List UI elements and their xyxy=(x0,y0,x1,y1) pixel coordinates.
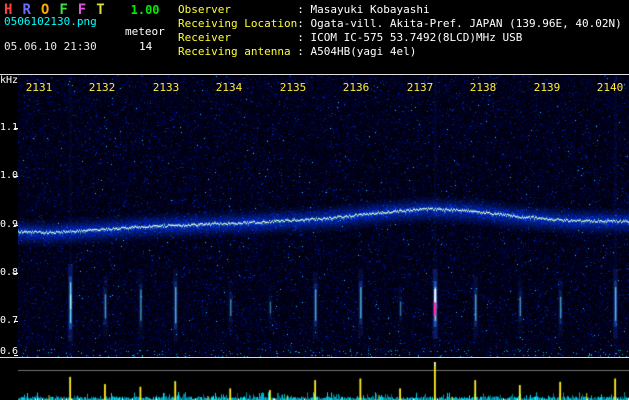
field-label-observer: Observer xyxy=(178,3,231,16)
freq-unit-label: kHz xyxy=(0,75,19,86)
time-label-2134: 2134 xyxy=(215,81,243,94)
time-label-2138: 2138 xyxy=(469,81,497,94)
freq-tick xyxy=(14,225,18,226)
freq-label-0.8: 0.8 xyxy=(0,267,19,278)
freq-tick xyxy=(14,355,18,356)
freq-tick xyxy=(14,176,18,177)
info-row-observer: Observer: Masayuki Kobayashi xyxy=(178,3,622,17)
freq-tick xyxy=(14,273,18,274)
time-label-2132: 2132 xyxy=(88,81,116,94)
time-label-2135: 2135 xyxy=(279,81,307,94)
app-letter-t: T xyxy=(96,2,105,18)
field-label-location: Receiving Location xyxy=(178,17,298,30)
strip-top-line xyxy=(0,357,629,358)
freq-label-0.6: 0.6 xyxy=(0,346,19,357)
time-label-2140: 2140 xyxy=(596,81,624,94)
spectrogram-canvas xyxy=(18,75,629,357)
field-label-receiver: Receiver xyxy=(178,31,231,44)
separator: : xyxy=(297,31,311,44)
info-row-receiver: Receiver: ICOM IC-575 53.7492(8LCD)MHz U… xyxy=(178,31,622,45)
info-row-location: Receiving Location: Ogata-vill. Akita-Pr… xyxy=(178,17,622,31)
output-filename: 0506102130.png xyxy=(4,15,97,28)
freq-label-0.7: 0.7 xyxy=(0,315,19,326)
freq-label-1.0: 1.0 xyxy=(0,170,19,181)
field-label-antenna: Receiving antenna xyxy=(178,45,291,58)
time-label-2137: 2137 xyxy=(406,81,434,94)
hrofft-window: H R O F F T 1.00 0506102130.png meteor 05.06.1… xyxy=(0,0,629,400)
field-value-observer: Masayuki Kobayashi xyxy=(310,3,430,16)
separator: : xyxy=(297,45,311,58)
freq-label-1.1: 1.1 xyxy=(0,122,19,133)
time-label-2136: 2136 xyxy=(342,81,370,94)
time-label-2131: 2131 xyxy=(25,81,53,94)
header-separator-line xyxy=(0,74,629,75)
time-label-2139: 2139 xyxy=(533,81,561,94)
station-info: Observer: Masayuki Kobayashi Receiving L… xyxy=(178,3,622,59)
info-row-antenna: Receiving antenna: A504HB(yagi 4el) xyxy=(178,45,622,59)
field-value-antenna: A504HB(yagi 4el) xyxy=(310,45,417,58)
field-value-location: Ogata-vill. Akita-Pref. JAPAN (139.96E, … xyxy=(310,17,622,30)
freq-tick xyxy=(14,128,18,129)
time-label-2133: 2133 xyxy=(152,81,180,94)
app-version: 1.00 xyxy=(130,3,160,17)
separator: : xyxy=(297,3,311,16)
separator: : xyxy=(297,17,311,30)
freq-label-0.9: 0.9 xyxy=(0,219,19,230)
field-value-receiver: ICOM IC-575 53.7492(8LCD)MHz USB xyxy=(310,31,523,44)
meteor-count: 14 xyxy=(139,40,153,53)
signal-strength-canvas xyxy=(18,358,629,400)
freq-tick xyxy=(14,321,18,322)
datetime-label: 05.06.10 21:30 xyxy=(4,40,97,53)
mode-label: meteor xyxy=(125,25,165,38)
